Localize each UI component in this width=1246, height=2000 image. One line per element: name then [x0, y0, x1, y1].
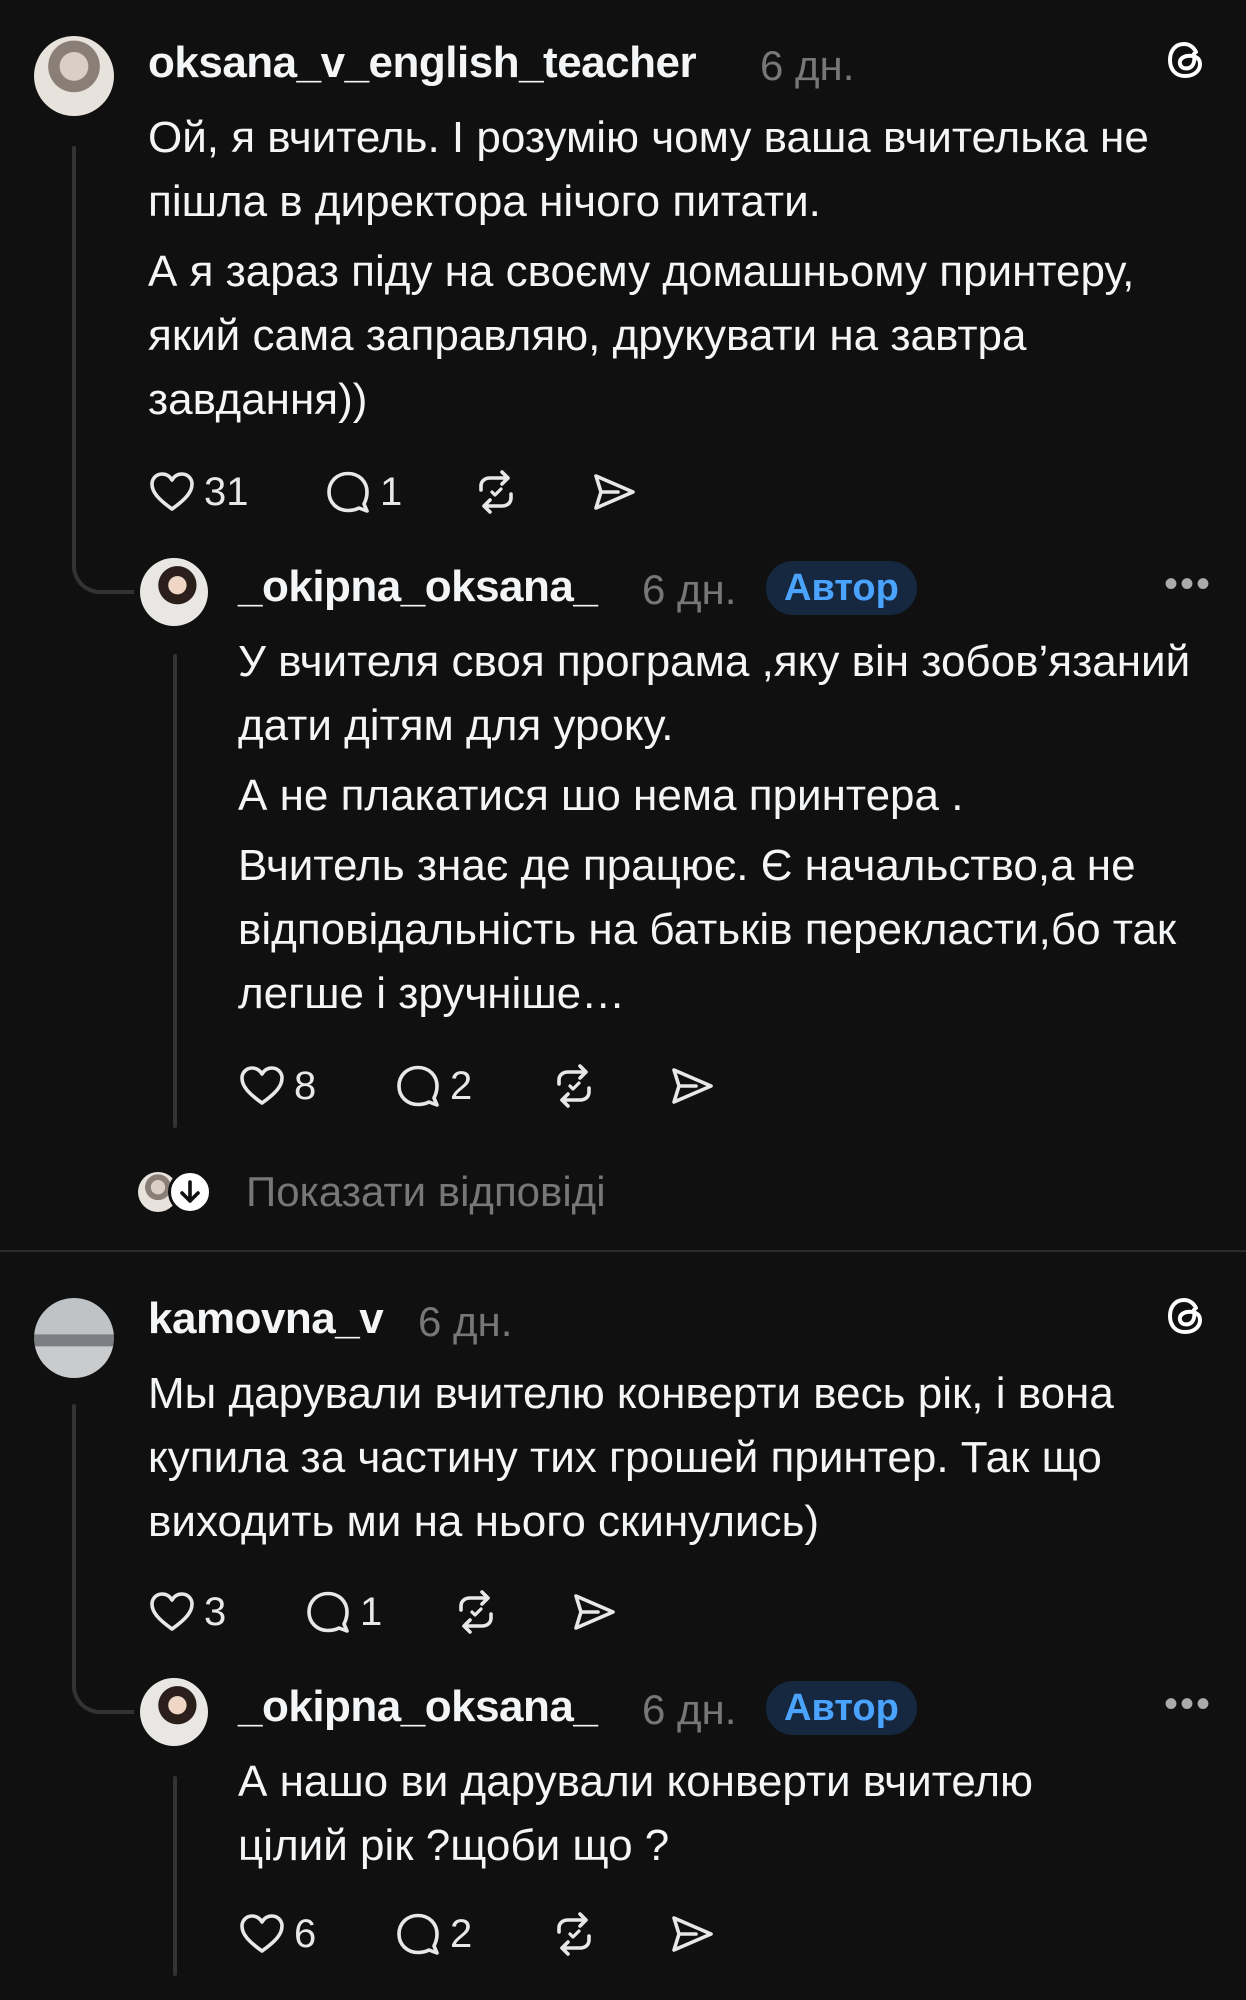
- comment-paragraph: Мы дарували вчителю конверти весь рік, і…: [148, 1369, 1114, 1546]
- share-button[interactable]: [570, 1582, 618, 1642]
- repost-icon: [550, 1062, 598, 1110]
- reply-button[interactable]: 1: [304, 1582, 382, 1642]
- timestamp: 6 дн.: [418, 1298, 513, 1345]
- share-button[interactable]: [668, 1904, 716, 1964]
- comment-text: А нашо ви дарували конверти вчителю ціли…: [238, 1750, 1138, 1878]
- heart-icon: [238, 1910, 286, 1958]
- heart-icon: [148, 468, 196, 516]
- avatar[interactable]: [140, 558, 208, 626]
- comment-paragraph: У вчителя своя програма ,яку він зобов’я…: [238, 637, 1191, 750]
- share-button[interactable]: [590, 462, 638, 522]
- thread-connector-line: [72, 1404, 76, 1690]
- repost-button[interactable]: [472, 462, 520, 522]
- action-bar: 6 2: [238, 1904, 758, 1964]
- like-button[interactable]: 3: [148, 1582, 226, 1642]
- reply-button[interactable]: 2: [394, 1056, 472, 1116]
- avatar[interactable]: [34, 1298, 114, 1378]
- thread-divider: [0, 1250, 1246, 1252]
- share-icon: [668, 1062, 716, 1110]
- show-replies-button[interactable]: Показати відповіді: [134, 1166, 694, 1222]
- action-bar: 8 2: [238, 1056, 758, 1116]
- repost-icon: [550, 1910, 598, 1958]
- timestamp: 6 дн.: [760, 42, 855, 89]
- timestamp: 6 дн.: [642, 566, 737, 613]
- threads-logo-icon[interactable]: [1162, 36, 1210, 84]
- share-button[interactable]: [668, 1056, 716, 1116]
- more-icon[interactable]: •••: [1164, 562, 1212, 607]
- arrow-down-icon: [168, 1170, 212, 1214]
- comment-icon: [394, 1062, 442, 1110]
- share-icon: [668, 1910, 716, 1958]
- like-button[interactable]: 31: [148, 462, 249, 522]
- comment-icon: [394, 1910, 442, 1958]
- repost-button[interactable]: [550, 1056, 598, 1116]
- comment-paragraph: Вчитель знає де працює. Є начальство,а н…: [238, 841, 1177, 1018]
- repost-icon: [452, 1588, 500, 1636]
- like-button[interactable]: 8: [238, 1056, 316, 1116]
- author-badge: Автор: [766, 561, 917, 615]
- username[interactable]: oksana_v_english_teacher: [148, 38, 697, 88]
- reply-count: 2: [450, 1911, 473, 1956]
- username[interactable]: _okipna_oksana_: [238, 1682, 598, 1732]
- username[interactable]: _okipna_oksana_: [238, 562, 598, 612]
- more-icon[interactable]: •••: [1164, 1682, 1212, 1727]
- action-bar: 3 1: [148, 1582, 668, 1642]
- thread-connector-curve: [72, 540, 134, 594]
- threads-logo-icon[interactable]: [1162, 1292, 1210, 1340]
- comment-paragraph: А нашо ви дарували конверти вчителю ціли…: [238, 1757, 1034, 1870]
- share-icon: [590, 468, 638, 516]
- like-count: 3: [204, 1589, 227, 1634]
- thread-connector-line: [173, 654, 177, 1128]
- reply-button[interactable]: 1: [324, 462, 402, 522]
- comment-paragraph: А не плакатися шо нема принтера .: [238, 771, 964, 820]
- repost-button[interactable]: [452, 1582, 500, 1642]
- show-replies-label: Показати відповіді: [246, 1168, 606, 1215]
- comment-icon: [304, 1588, 352, 1636]
- comment-icon: [324, 468, 372, 516]
- reply-count: 2: [450, 1063, 473, 1108]
- comment-paragraph: Ой, я вчитель. І розумію чому ваша вчите…: [148, 113, 1149, 226]
- author-badge: Автор: [766, 1681, 917, 1735]
- like-button[interactable]: 6: [238, 1904, 316, 1964]
- heart-icon: [148, 1588, 196, 1636]
- reply-count: 1: [360, 1589, 383, 1634]
- heart-icon: [238, 1062, 286, 1110]
- action-bar: 31 1: [148, 462, 708, 522]
- comment-text: У вчителя своя програма ,яку він зобов’я…: [238, 630, 1198, 1026]
- avatar[interactable]: [140, 1678, 208, 1746]
- reply-count: 1: [380, 469, 403, 514]
- reply-button[interactable]: 2: [394, 1904, 472, 1964]
- like-count: 31: [204, 469, 249, 514]
- thread-connector-curve: [72, 1660, 134, 1714]
- repost-button[interactable]: [550, 1904, 598, 1964]
- like-count: 6: [294, 1911, 317, 1956]
- username[interactable]: kamovna_v: [148, 1294, 384, 1344]
- avatar[interactable]: [34, 36, 114, 116]
- thread-connector-line: [173, 1776, 177, 1976]
- comment-text: Мы дарували вчителю конверти весь рік, і…: [148, 1362, 1208, 1554]
- share-icon: [570, 1588, 618, 1636]
- repost-icon: [472, 468, 520, 516]
- timestamp: 6 дн.: [642, 1686, 737, 1733]
- comment-paragraph: А я зараз піду на своєму домашньому прин…: [148, 247, 1135, 424]
- like-count: 8: [294, 1063, 317, 1108]
- thread-connector-line: [72, 146, 76, 546]
- comment-text: Ой, я вчитель. І розумію чому ваша вчите…: [148, 106, 1208, 432]
